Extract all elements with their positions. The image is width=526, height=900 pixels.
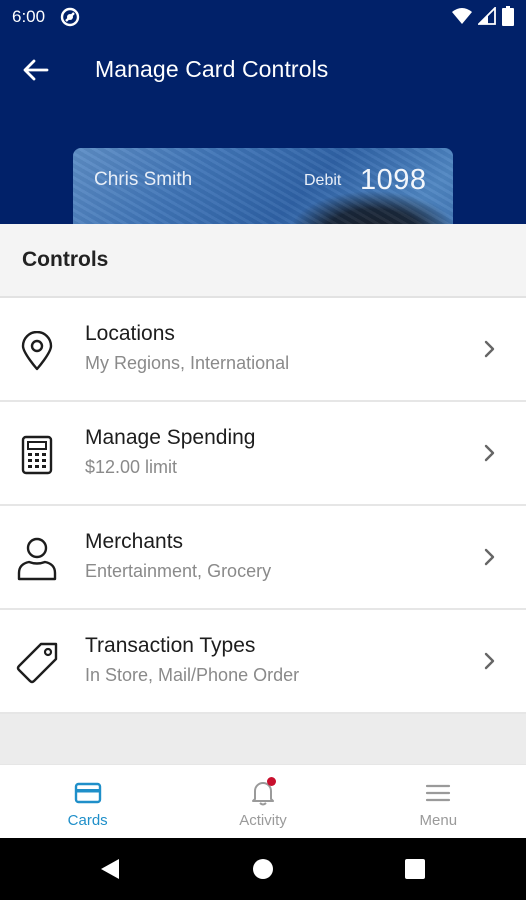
section-title: Controls: [22, 248, 109, 271]
arrow-left-icon: [23, 59, 49, 81]
battery-icon: [502, 6, 514, 31]
back-button[interactable]: [18, 52, 54, 88]
chevron-right-icon: [482, 650, 498, 672]
notification-badge: [266, 777, 276, 786]
system-navigation-bar: [0, 838, 526, 900]
control-row-transaction-types[interactable]: Transaction Types In Store, Mail/Phone O…: [0, 610, 526, 714]
signal-icon: [476, 5, 496, 30]
card-holder-name: Chris Smith: [94, 169, 193, 190]
bottom-navigation: Cards Activity Menu: [0, 764, 526, 838]
card-last-four: 1098: [360, 164, 427, 196]
calculator-icon: [14, 432, 60, 478]
triangle-back-icon: [101, 859, 119, 879]
status-bar: 6:00: [0, 0, 526, 34]
hamburger-icon: [424, 780, 452, 806]
card-icon: [74, 780, 102, 806]
chevron-right-icon: [482, 442, 498, 464]
wifi-icon: [452, 7, 472, 30]
do-not-disturb-icon: [60, 7, 80, 27]
system-recents-button[interactable]: [402, 856, 428, 882]
control-row-merchants[interactable]: Merchants Entertainment, Grocery: [0, 506, 526, 610]
tag-icon: [14, 640, 60, 686]
nav-tab-menu[interactable]: Menu: [351, 765, 526, 838]
chevron-right-icon: [482, 546, 498, 568]
square-recents-icon: [405, 859, 425, 879]
row-title: Merchants: [85, 530, 184, 553]
status-indicators: [452, 5, 514, 31]
row-title: Locations: [85, 322, 175, 345]
app-header: 6:00 Manage Card Controls Chris Smith De…: [0, 0, 526, 224]
status-time: 6:00: [12, 7, 46, 26]
row-subtitle: My Regions, International: [85, 353, 290, 373]
person-icon: [14, 536, 60, 582]
system-back-button[interactable]: [97, 856, 123, 882]
system-home-button[interactable]: [250, 856, 276, 882]
control-row-locations[interactable]: Locations My Regions, International: [0, 298, 526, 402]
chevron-right-icon: [482, 338, 498, 360]
nav-label: Menu: [419, 812, 458, 829]
page-title: Manage Card Controls: [95, 56, 329, 82]
row-title: Transaction Types: [85, 634, 256, 657]
nav-tab-activity[interactable]: Activity: [175, 765, 350, 838]
nav-label: Cards: [67, 812, 108, 829]
nav-tab-cards[interactable]: Cards: [0, 765, 175, 838]
control-row-manage-spending[interactable]: Manage Spending $12.00 limit: [0, 402, 526, 506]
card-type: Debit: [304, 172, 342, 189]
row-subtitle: In Store, Mail/Phone Order: [85, 665, 300, 685]
controls-section-header: Controls: [0, 224, 526, 298]
row-subtitle: $12.00 limit: [85, 457, 178, 477]
nav-label: Activity: [239, 812, 287, 829]
circle-home-icon: [253, 859, 273, 879]
bell-icon: [249, 777, 277, 806]
row-subtitle: Entertainment, Grocery: [85, 561, 272, 581]
debit-card[interactable]: Chris Smith Debit 1098: [73, 148, 453, 224]
controls-content: Controls Locations My Regions, Internati…: [0, 224, 526, 764]
location-pin-icon: [14, 328, 60, 374]
row-title: Manage Spending: [85, 426, 256, 449]
